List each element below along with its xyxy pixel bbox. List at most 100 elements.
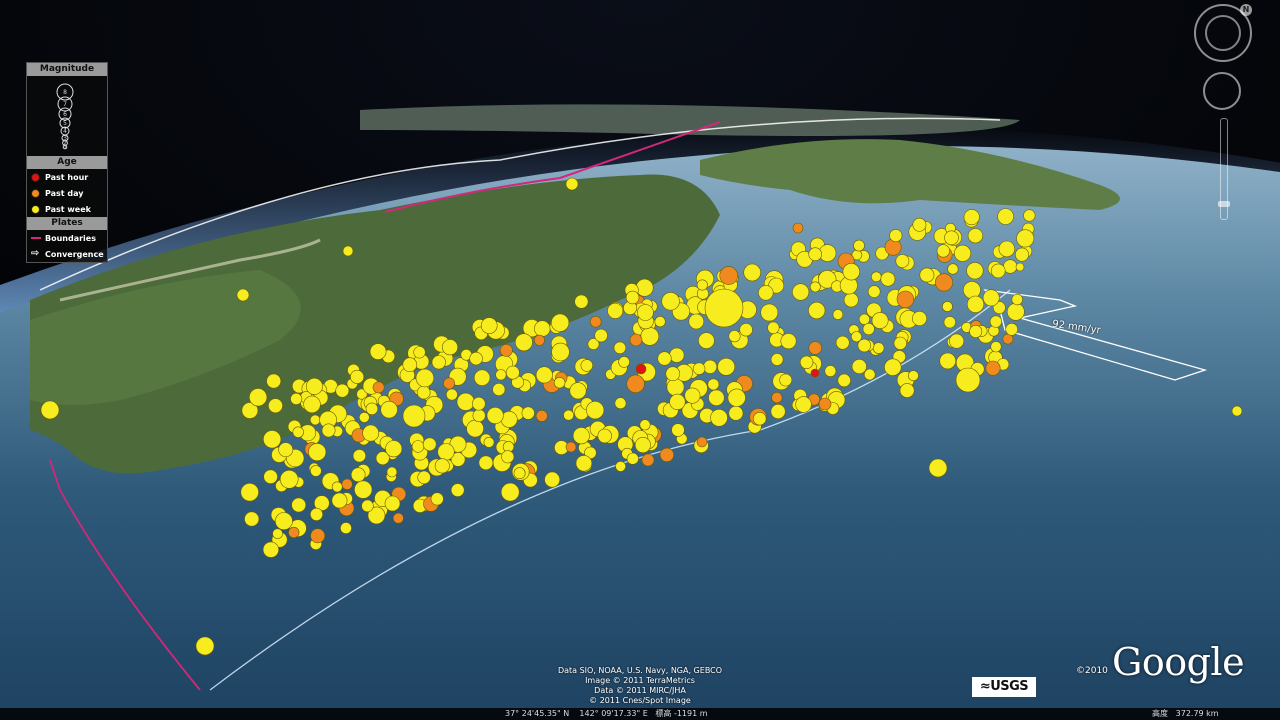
look-joystick-icon[interactable] <box>1203 72 1241 110</box>
earthquake-marker[interactable] <box>780 333 797 350</box>
earthquake-marker[interactable] <box>770 403 786 419</box>
earthquake-marker[interactable] <box>835 335 850 350</box>
earthquake-marker[interactable] <box>671 423 685 437</box>
earthquake-marker[interactable] <box>434 458 450 474</box>
earthquake-marker[interactable] <box>572 427 590 445</box>
earthquake-marker[interactable] <box>597 428 612 444</box>
earthquake-marker[interactable] <box>335 383 350 398</box>
earthquake-marker[interactable] <box>288 526 300 539</box>
earthquake-marker[interactable] <box>684 387 701 404</box>
earthquake-marker[interactable] <box>895 254 910 268</box>
earthquake-marker[interactable] <box>872 342 885 354</box>
earthquake-marker[interactable] <box>533 334 545 346</box>
earthquake-marker[interactable] <box>791 283 810 301</box>
earthquake-marker[interactable] <box>362 424 380 442</box>
earthquake-marker[interactable] <box>244 511 260 527</box>
earthquake-marker[interactable] <box>471 396 486 411</box>
earthquake-marker[interactable] <box>884 358 902 376</box>
earthquake-marker[interactable] <box>752 412 767 426</box>
earthquake-marker[interactable] <box>692 362 706 375</box>
earthquake-marker[interactable] <box>967 228 984 244</box>
earthquake-marker[interactable] <box>342 245 354 257</box>
earthquake-marker[interactable] <box>893 336 907 350</box>
earthquake-marker[interactable] <box>696 436 708 448</box>
earthquake-marker[interactable] <box>411 440 425 453</box>
earthquake-marker[interactable] <box>654 316 666 328</box>
earthquake-marker[interactable] <box>760 303 779 322</box>
earthquake-marker[interactable] <box>792 222 804 234</box>
earthquake-marker[interactable] <box>669 347 685 363</box>
earthquake-marker[interactable] <box>272 528 283 540</box>
earthquake-marker[interactable] <box>955 367 981 393</box>
earthquake-marker[interactable] <box>431 355 446 370</box>
earthquake-marker[interactable] <box>415 368 435 388</box>
earthquake-marker[interactable] <box>851 358 867 374</box>
earthquake-marker[interactable] <box>492 382 506 396</box>
earthquake-marker[interactable] <box>966 262 984 280</box>
earthquake-marker[interactable] <box>291 497 307 513</box>
earthquake-marker[interactable] <box>963 281 981 299</box>
earthquake-marker[interactable] <box>635 363 647 375</box>
earthquake-marker[interactable] <box>809 281 821 293</box>
earthquake-marker[interactable] <box>290 392 303 405</box>
earthquake-marker[interactable] <box>669 393 686 411</box>
earthquake-marker[interactable] <box>688 313 705 330</box>
earthquake-marker[interactable] <box>565 441 577 453</box>
earthquake-marker[interactable] <box>274 512 293 531</box>
earthquake-marker[interactable] <box>240 483 259 502</box>
earthquake-marker[interactable] <box>1015 262 1025 272</box>
earthquake-marker[interactable] <box>249 388 268 407</box>
earthquake-marker[interactable] <box>963 209 980 226</box>
compass-icon[interactable]: N <box>1194 4 1252 62</box>
earthquake-marker[interactable] <box>500 410 518 428</box>
earthquake-marker[interactable] <box>696 279 708 291</box>
earthquake-marker[interactable] <box>369 343 387 360</box>
earthquake-marker[interactable] <box>717 357 736 376</box>
earthquake-marker[interactable] <box>908 370 919 382</box>
earthquake-marker[interactable] <box>661 292 680 311</box>
earthquake-marker[interactable] <box>862 322 875 335</box>
earthquake-marker[interactable] <box>40 400 60 420</box>
earthquake-marker[interactable] <box>553 377 566 389</box>
earthquake-marker[interactable] <box>331 492 348 509</box>
earthquake-marker[interactable] <box>450 483 465 497</box>
earthquake-marker[interactable] <box>500 482 520 502</box>
earthquake-marker[interactable] <box>795 396 812 413</box>
earthquake-marker[interactable] <box>954 244 972 262</box>
earthquake-marker[interactable] <box>704 288 744 328</box>
earthquake-marker[interactable] <box>919 267 935 283</box>
zoom-slider[interactable] <box>1218 118 1230 220</box>
earthquake-marker[interactable] <box>966 295 985 313</box>
earthquake-marker[interactable] <box>594 328 608 343</box>
earthquake-marker[interactable] <box>1011 293 1023 306</box>
earthquake-marker[interactable] <box>985 360 1001 376</box>
earthquake-marker[interactable] <box>441 339 458 356</box>
earthquake-marker[interactable] <box>934 273 953 292</box>
earthquake-marker[interactable] <box>808 247 823 261</box>
earthquake-marker[interactable] <box>341 478 353 490</box>
earthquake-marker[interactable] <box>469 351 483 366</box>
earthquake-marker[interactable] <box>515 333 533 352</box>
earthquake-marker[interactable] <box>944 230 959 246</box>
earthquake-marker[interactable] <box>417 470 431 485</box>
earthquake-marker[interactable] <box>710 408 728 427</box>
earthquake-marker[interactable] <box>430 492 444 506</box>
earthquake-marker[interactable] <box>236 288 250 302</box>
earthquake-marker[interactable] <box>534 320 551 337</box>
earthquake-marker[interactable] <box>1023 209 1036 222</box>
earthquake-marker[interactable] <box>990 263 1006 279</box>
earthquake-marker[interactable] <box>310 528 326 544</box>
earthquake-marker[interactable] <box>799 355 814 369</box>
earthquake-marker[interactable] <box>413 346 426 359</box>
earthquake-marker[interactable] <box>380 400 398 419</box>
earthquake-marker[interactable] <box>437 443 455 461</box>
earthquake-marker[interactable] <box>483 436 495 448</box>
earthquake-marker[interactable] <box>912 217 927 232</box>
earthquake-marker[interactable] <box>580 359 593 372</box>
earthquake-marker[interactable] <box>416 385 431 400</box>
earthquake-marker[interactable] <box>331 481 343 493</box>
earthquake-marker[interactable] <box>499 343 513 357</box>
earthquake-marker[interactable] <box>808 301 826 320</box>
earthquake-marker[interactable] <box>550 313 570 332</box>
earthquake-marker[interactable] <box>998 240 1015 258</box>
